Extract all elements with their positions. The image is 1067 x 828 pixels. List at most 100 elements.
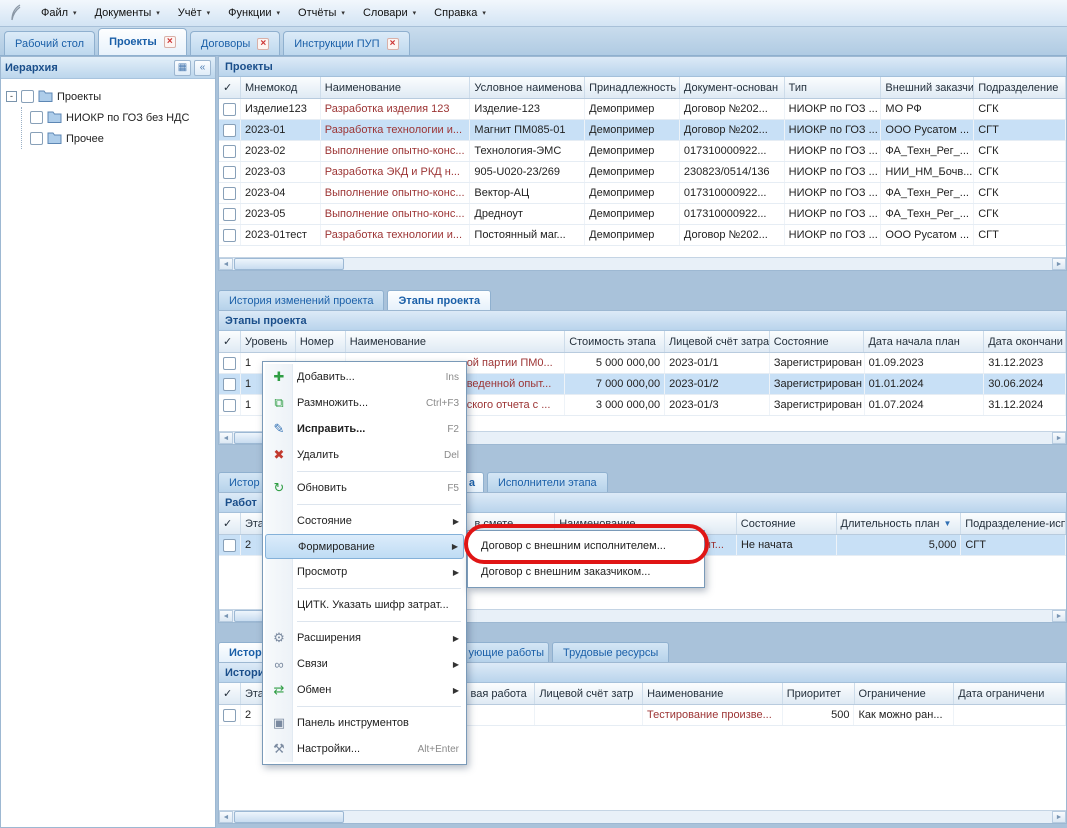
column-header[interactable]: Условное наименова [470,77,585,98]
tab-stage-executors[interactable]: Исполнители этапа [487,472,608,492]
scroll-left-icon[interactable]: ◄ [219,432,233,444]
table-row[interactable]: 2023-05 Выполнение опытно-конс... Дредно… [219,204,1066,225]
table-row[interactable]: 2023-03 Разработка ЭКД и РКД н... 905-U0… [219,162,1066,183]
context-menu-item-view[interactable]: Просмотр ▶ [265,559,464,585]
column-header[interactable]: Стоимость этапа [565,331,665,352]
scrollbar-thumb[interactable] [234,811,344,823]
close-icon[interactable]: × [387,38,399,50]
column-header[interactable]: ✓ [219,331,241,352]
menu-dictionaries[interactable]: Словари▾ [354,3,425,23]
column-header[interactable]: Подразделение-испо [961,513,1066,534]
scroll-right-icon[interactable]: ► [1052,432,1066,444]
column-header[interactable]: Длительность план▼ [837,513,962,534]
table-row[interactable]: 2023-02 Выполнение опытно-конс... Технол… [219,141,1066,162]
tab-desktop[interactable]: Рабочий стол [4,31,95,55]
row-checkbox[interactable] [223,208,236,221]
tree-expander-icon[interactable]: - [6,91,17,102]
table-row[interactable]: 2023-01 Разработка технологии и... Магни… [219,120,1066,141]
column-header[interactable]: Принадлежность [585,77,680,98]
context-menu-item-edit[interactable]: ✎ Исправить... F2 [265,416,464,442]
row-checkbox[interactable] [223,709,236,722]
context-menu-item-formation[interactable]: Формирование ▶ [265,534,464,559]
context-menu-item-refresh[interactable]: ↻ Обновить F5 [265,475,464,501]
scroll-right-icon[interactable]: ► [1052,610,1066,622]
column-header[interactable]: Дата ограничени [954,683,1066,704]
column-header[interactable]: Документ-основан [680,77,785,98]
close-icon[interactable]: × [257,38,269,50]
menu-file[interactable]: Файл▾ [32,3,86,23]
column-header[interactable]: Номер [296,331,346,352]
submenu-item-external-customer[interactable]: Договор с внешним заказчиком... [470,559,702,585]
tab-project-history[interactable]: История изменений проекта [218,290,384,310]
row-checkbox[interactable] [223,145,236,158]
column-header[interactable]: Наименование [321,77,471,98]
table-row[interactable]: Изделие123 Разработка изделия 123 Издели… [219,99,1066,120]
tree-item-other[interactable]: Прочее [30,128,210,149]
context-menu-item-delete[interactable]: ✖ Удалить Del [265,442,464,468]
grid-view-icon[interactable]: ▦ [174,60,191,76]
context-menu-item-duplicate[interactable]: ⧉ Размножить... Ctrl+F3 [265,390,464,416]
tab-labor-resources[interactable]: Трудовые ресурсы [552,642,669,662]
column-header[interactable]: Наименование [346,331,565,352]
context-menu-item-extensions[interactable]: ⚙ Расширения ▶ [265,625,464,651]
tree-checkbox[interactable] [21,90,34,103]
column-header[interactable]: ✓ [219,513,241,534]
column-header[interactable]: Лицевой счёт затр [535,683,643,704]
scroll-left-icon[interactable]: ◄ [219,610,233,622]
row-checkbox[interactable] [223,357,236,370]
scroll-right-icon[interactable]: ► [1052,811,1066,823]
column-header[interactable]: Уровень [241,331,296,352]
row-checkbox[interactable] [223,378,236,391]
column-header[interactable]: Состояние [770,331,865,352]
column-header[interactable]: Дата начала план [864,331,984,352]
tree-item-projects[interactable]: - Проекты [6,86,210,107]
row-checkbox[interactable] [223,399,236,412]
menu-accounting[interactable]: Учёт▾ [169,3,219,23]
row-checkbox[interactable] [223,166,236,179]
tree-item-niokr[interactable]: НИОКР по ГОЗ без НДС [30,107,210,128]
context-menu-item-state[interactable]: Состояние ▶ [265,508,464,534]
tree-checkbox[interactable] [30,132,43,145]
column-header[interactable]: Подразделение [974,77,1066,98]
column-header[interactable]: ✓ [219,683,241,704]
column-header[interactable]: Состояние [737,513,837,534]
horizontal-scrollbar[interactable]: ◄ ► [219,810,1066,823]
collapse-sidebar-button[interactable]: « [194,60,211,76]
tab-project-stages[interactable]: Этапы проекта [387,290,491,310]
context-menu-item-add[interactable]: ✚ Добавить... Ins [265,364,464,390]
scroll-left-icon[interactable]: ◄ [219,258,233,270]
menu-help[interactable]: Справка▾ [425,3,495,23]
context-menu-item-exchange[interactable]: ⇄ Обмен ▶ [265,677,464,703]
column-header[interactable]: Дата окончани [984,331,1066,352]
column-header[interactable]: Наименование [643,683,783,704]
menu-documents[interactable]: Документы▾ [86,3,169,23]
context-menu-item-settings[interactable]: ⚒ Настройки... Alt+Enter [265,736,464,762]
tab-contracts[interactable]: Договоры× [190,31,280,55]
context-menu-item-citk[interactable]: ЦИТК. Указать шифр затрат... [265,592,464,618]
row-checkbox[interactable] [223,187,236,200]
column-header[interactable]: Ограничение [855,683,955,704]
close-icon[interactable]: × [164,36,176,48]
column-header[interactable]: Внешний заказчик [881,77,974,98]
column-header[interactable]: ✓ [219,77,241,98]
table-row[interactable]: 2023-01тест Разработка технологии и... П… [219,225,1066,246]
tree-checkbox[interactable] [30,111,43,124]
menu-functions[interactable]: Функции▾ [219,3,289,23]
menu-reports[interactable]: Отчёты▾ [289,3,354,23]
context-menu-item-toolbar[interactable]: ▣ Панель инструментов [265,710,464,736]
horizontal-scrollbar[interactable]: ◄ ► [219,257,1066,270]
row-checkbox[interactable] [223,124,236,137]
column-header[interactable]: Приоритет [783,683,855,704]
row-checkbox[interactable] [223,229,236,242]
submenu-item-external-contractor[interactable]: Договор с внешним исполнителем... [470,533,702,559]
scroll-left-icon[interactable]: ◄ [219,811,233,823]
column-header[interactable]: Лицевой счёт затрат. [665,331,770,352]
context-menu-item-links[interactable]: ∞ Связи ▶ [265,651,464,677]
table-row[interactable]: 2023-04 Выполнение опытно-конс... Вектор… [219,183,1066,204]
column-header[interactable]: Тип [785,77,882,98]
tab-projects[interactable]: Проекты× [98,28,187,55]
scrollbar-thumb[interactable] [234,258,344,270]
row-checkbox[interactable] [223,539,236,552]
scroll-right-icon[interactable]: ► [1052,258,1066,270]
column-header[interactable]: Мнемокод [241,77,321,98]
